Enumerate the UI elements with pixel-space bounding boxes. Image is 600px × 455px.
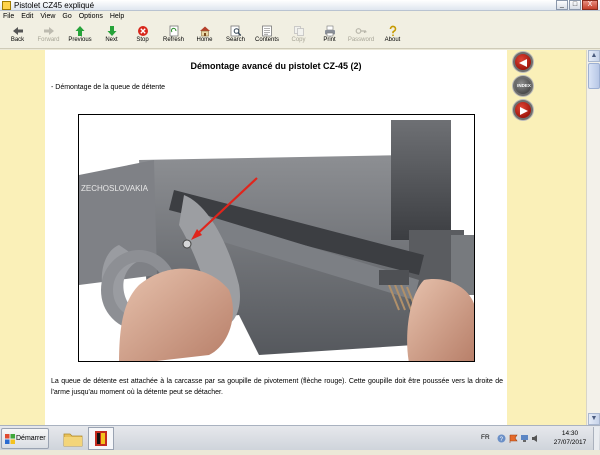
copy-icon <box>293 24 305 36</box>
copy-button[interactable]: Copy <box>283 23 314 49</box>
menu-file[interactable]: File <box>3 11 14 23</box>
previous-button[interactable]: Previous <box>64 23 96 49</box>
clock-time[interactable]: 14:30 <box>554 430 586 437</box>
window-title: Pistolet CZ45 expliqué <box>14 1 95 10</box>
scroll-up-arrow[interactable]: ▲ <box>588 50 600 62</box>
page-content: Démontage avancé du pistolet CZ-45 (2) -… <box>45 50 507 425</box>
right-nav-pane: INDEX <box>507 50 586 425</box>
network-icon[interactable] <box>520 434 529 443</box>
back-arrow-icon <box>12 24 24 36</box>
stop-icon <box>137 24 149 36</box>
help-book-icon <box>95 431 107 446</box>
back-label: Back <box>10 37 25 43</box>
language-indicator[interactable]: FR <box>481 434 490 441</box>
title-bar[interactable]: Pistolet CZ45 expliqué _ □ X <box>0 0 600 11</box>
taskbar-help-viewer-button[interactable] <box>88 427 114 450</box>
help-icon[interactable]: ? <box>497 434 506 443</box>
print-button[interactable]: Print <box>314 23 345 49</box>
toolbar: Back Forward Previous Next Stop Refresh … <box>0 23 600 49</box>
disassembly-photo: ZECHOSLOVAKIA <box>78 114 475 362</box>
right-arrow-icon <box>520 107 528 115</box>
menu-options[interactable]: Options <box>79 11 103 23</box>
forward-arrow-icon <box>43 24 55 36</box>
start-button[interactable]: Démarrer <box>1 428 49 449</box>
about-label: About <box>384 37 401 43</box>
previous-label: Previous <box>68 37 92 43</box>
stop-label: Stop <box>136 37 149 43</box>
photo-caption: La queue de détente est attachée à la ca… <box>51 378 503 396</box>
home-icon <box>199 24 211 37</box>
about-icon <box>387 24 399 37</box>
clock-date[interactable]: 27/07/2017 <box>549 439 591 446</box>
nav-previous-page-button[interactable] <box>513 52 533 72</box>
start-label: Démarrer <box>16 435 46 442</box>
password-key-icon <box>355 24 367 36</box>
index-label: INDEX <box>517 83 531 88</box>
stop-button[interactable]: Stop <box>127 23 158 49</box>
refresh-label: Refresh <box>162 37 184 43</box>
page-title: Démontage avancé du pistolet CZ-45 (2) <box>190 61 362 71</box>
engraving-text: ZECHOSLOVAKIA <box>81 184 149 193</box>
action-center-flag-icon[interactable] <box>509 434 518 443</box>
app-icon <box>2 1 11 10</box>
taskbar: Démarrer FR ? 14:30 27/07/2017 <box>0 425 600 450</box>
refresh-button[interactable]: Refresh <box>158 23 189 49</box>
scroll-down-arrow[interactable]: ▼ <box>588 413 600 425</box>
windows-flag-icon <box>5 434 15 444</box>
home-label: Home <box>196 37 213 43</box>
next-arrow-icon <box>106 24 118 36</box>
menu-view[interactable]: View <box>40 11 55 23</box>
show-desktop-button[interactable] <box>593 427 599 450</box>
contents-label: Contents <box>254 37 279 43</box>
back-button[interactable]: Back <box>2 23 33 49</box>
nav-index-button[interactable]: INDEX <box>513 76 533 96</box>
volume-icon[interactable] <box>531 434 540 443</box>
menu-help[interactable]: Help <box>110 11 124 23</box>
scroll-thumb[interactable] <box>588 63 600 89</box>
copy-label: Copy <box>291 37 306 43</box>
minimize-button[interactable]: _ <box>556 0 568 10</box>
section-heading: - Démontage de la queue de détente <box>51 84 166 91</box>
maximize-button[interactable]: □ <box>569 0 581 10</box>
folder-icon <box>63 433 83 447</box>
menu-edit[interactable]: Edit <box>21 11 33 23</box>
help-viewer-window: Pistolet CZ45 expliqué _ □ X File Edit V… <box>0 0 600 425</box>
search-label: Search <box>225 37 245 43</box>
taskbar-explorer-button[interactable] <box>60 427 86 450</box>
print-label: Print <box>323 37 336 43</box>
forward-button[interactable]: Forward <box>33 23 64 49</box>
help-content-area: Démontage avancé du pistolet CZ-45 (2) -… <box>0 50 600 425</box>
menu-bar: File Edit View Go Options Help <box>0 11 600 23</box>
search-button[interactable]: Search <box>220 23 251 49</box>
home-button[interactable]: Home <box>189 23 220 49</box>
left-margin-pane <box>0 50 45 425</box>
previous-arrow-icon <box>74 24 86 36</box>
search-icon <box>230 24 242 37</box>
about-button[interactable]: About <box>377 23 408 49</box>
close-button[interactable]: X <box>582 0 598 10</box>
left-arrow-icon <box>519 59 527 67</box>
menu-go[interactable]: Go <box>62 11 71 23</box>
next-label: Next <box>105 37 118 43</box>
print-icon <box>324 24 336 37</box>
system-tray: FR ? 14:30 27/07/2017 <box>475 426 600 451</box>
vertical-scrollbar[interactable]: ▲ ▼ <box>586 50 600 425</box>
password-label: Password <box>347 37 375 43</box>
password-button[interactable]: Password <box>345 23 377 49</box>
contents-button[interactable]: Contents <box>251 23 283 49</box>
contents-icon <box>261 24 273 37</box>
refresh-icon <box>168 24 180 37</box>
nav-next-page-button[interactable] <box>513 100 533 120</box>
forward-label: Forward <box>37 37 60 43</box>
next-button[interactable]: Next <box>96 23 127 49</box>
pistol-trigger-photo-illustration: ZECHOSLOVAKIA <box>79 115 474 361</box>
